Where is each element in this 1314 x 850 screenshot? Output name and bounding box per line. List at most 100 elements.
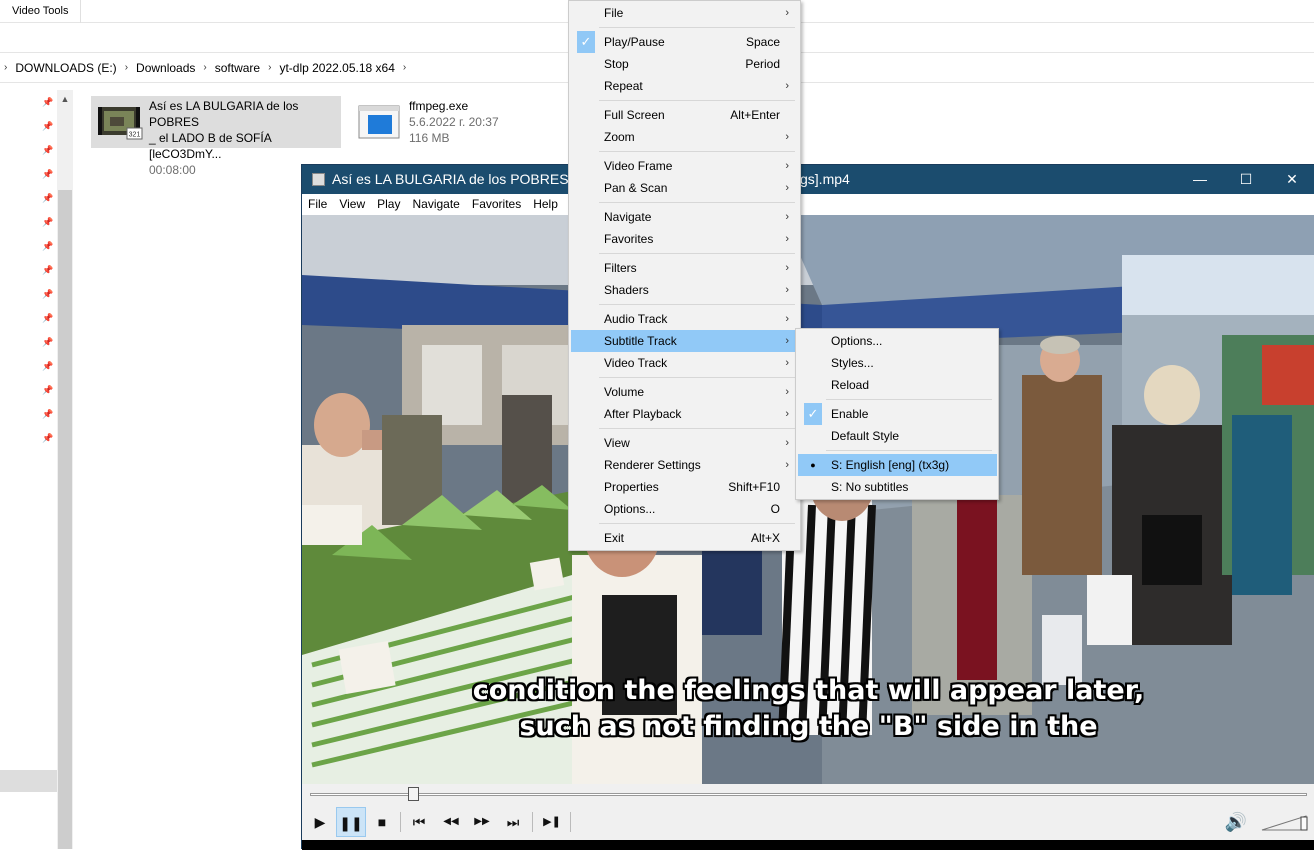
- nav-selected-item[interactable]: [0, 770, 57, 792]
- pin-icon[interactable]: 📌: [42, 120, 53, 132]
- close-button[interactable]: ✕: [1269, 165, 1314, 194]
- breadcrumb-yt-dlp[interactable]: yt-dlp 2022.05.18 x64: [275, 61, 398, 75]
- menu-item-shortcut: Alt+X: [750, 531, 780, 545]
- volume-slider[interactable]: [1260, 814, 1308, 832]
- file-item-ffmpeg[interactable]: ffmpeg.exe 5.6.2022 г. 20:37 116 MB: [351, 96, 531, 148]
- chevron-right-icon: ›: [785, 211, 789, 223]
- menu-item-after-playback[interactable]: After Playback ›: [571, 403, 799, 425]
- scrollbar-thumb[interactable]: [58, 190, 72, 849]
- menu-item-renderer-settings[interactable]: Renderer Settings ›: [571, 454, 799, 476]
- pin-icon[interactable]: 📌: [42, 240, 53, 252]
- seek-bar[interactable]: [302, 784, 1314, 806]
- submenu-item-styles[interactable]: Styles...: [798, 352, 997, 374]
- menu-item-video-frame[interactable]: Video Frame ›: [571, 155, 799, 177]
- fast-forward-button[interactable]: ▶▶: [467, 807, 497, 837]
- menu-item-label: Audio Track: [604, 312, 668, 326]
- pin-icon[interactable]: 📌: [42, 216, 53, 228]
- menu-item-label: Volume: [604, 385, 645, 399]
- menu-separator: [599, 100, 795, 101]
- ribbon-tab-video-tools[interactable]: Video Tools: [0, 0, 82, 23]
- menu-item-exit[interactable]: Exit Alt+X: [571, 527, 799, 549]
- pin-icon[interactable]: 📌: [42, 168, 53, 180]
- maximize-button[interactable]: ☐: [1223, 165, 1269, 194]
- menu-item-shortcut: Space: [745, 35, 780, 49]
- menu-item-volume[interactable]: Volume ›: [571, 381, 799, 403]
- player-title-text-suffix: gs].mp4: [800, 171, 850, 187]
- menu-item-play-pause[interactable]: ✓ Play/Pause Space: [571, 31, 799, 53]
- chevron-right-icon: ›: [785, 335, 789, 347]
- speaker-icon[interactable]: 🔊: [1223, 809, 1249, 835]
- menu-item-label: Properties: [604, 480, 659, 494]
- previous-button[interactable]: ⏮: [404, 807, 434, 837]
- seek-track[interactable]: [310, 793, 1307, 796]
- menu-item-navigate[interactable]: Navigate ›: [571, 206, 799, 228]
- pin-icon[interactable]: 📌: [42, 144, 53, 156]
- menu-item-video-track[interactable]: Video Track ›: [571, 352, 799, 374]
- menu-item-stop[interactable]: Stop Period: [571, 53, 799, 75]
- menu-item-label: Favorites: [604, 232, 654, 246]
- chevron-right-icon: ›: [785, 408, 789, 420]
- menu-item-file[interactable]: File ›: [571, 2, 799, 24]
- breadcrumb-software[interactable]: software: [211, 61, 264, 75]
- minimize-button[interactable]: —: [1177, 165, 1223, 194]
- pin-icon[interactable]: 📌: [42, 192, 53, 204]
- chevron-right-icon[interactable]: ›: [399, 62, 410, 73]
- rewind-button[interactable]: ◀◀: [436, 807, 466, 837]
- pause-button[interactable]: ❚❚: [336, 807, 366, 837]
- menu-item-pan-scan[interactable]: Pan & Scan ›: [571, 177, 799, 199]
- play-button[interactable]: ▶: [305, 807, 335, 837]
- chevron-right-icon[interactable]: ›: [264, 62, 275, 73]
- menu-item-audio-track[interactable]: Audio Track ›: [571, 308, 799, 330]
- menu-item-filters[interactable]: Filters ›: [571, 257, 799, 279]
- menu-item-subtitle-track[interactable]: Subtitle Track ›: [571, 330, 799, 352]
- menu-item-repeat[interactable]: Repeat ›: [571, 75, 799, 97]
- pin-icon[interactable]: 📌: [42, 288, 53, 300]
- pin-icon[interactable]: 📌: [42, 408, 53, 420]
- menu-item-shaders[interactable]: Shaders ›: [571, 279, 799, 301]
- pin-icon[interactable]: 📌: [42, 336, 53, 348]
- breadcrumb-downloads[interactable]: Downloads: [132, 61, 199, 75]
- menu-item-options[interactable]: Options... O: [571, 498, 799, 520]
- scroll-up-arrow-icon[interactable]: ▲: [57, 92, 73, 106]
- menubar-view[interactable]: View: [333, 194, 371, 215]
- menu-item-zoom[interactable]: Zoom ›: [571, 126, 799, 148]
- submenu-item-s-english-eng-tx3g[interactable]: ● S: English [eng] (tx3g): [798, 454, 997, 476]
- menu-separator: [599, 151, 795, 152]
- pin-icon[interactable]: 📌: [42, 360, 53, 372]
- seek-thumb[interactable]: [408, 787, 419, 801]
- chevron-right-icon[interactable]: ›: [121, 62, 132, 73]
- frame-step-button[interactable]: ▶❚: [537, 807, 567, 837]
- pin-icon[interactable]: 📌: [42, 432, 53, 444]
- menu-separator: [599, 253, 795, 254]
- context-menu: File › ✓ Play/Pause Space Stop Period Repeat › Fu…: [568, 0, 801, 551]
- submenu-item-reload[interactable]: Reload: [798, 374, 997, 396]
- menu-item-shortcut: O: [770, 502, 780, 516]
- file-date: 5.6.2022 г. 20:37: [409, 115, 499, 129]
- file-item-video[interactable]: 321 Así es LA BULGARIA de los POBRES _ e…: [91, 96, 341, 177]
- menubar-file[interactable]: File: [302, 194, 333, 215]
- menu-item-favorites[interactable]: Favorites ›: [571, 228, 799, 250]
- volume-thumb[interactable]: [1300, 816, 1308, 831]
- chevron-right-icon[interactable]: ›: [199, 62, 210, 73]
- pin-icon[interactable]: 📌: [42, 264, 53, 276]
- player-title-bar[interactable]: Así es LA BULGARIA de los POBRES gs].mp4…: [302, 165, 1314, 194]
- menu-item-full-screen[interactable]: Full Screen Alt+Enter: [571, 104, 799, 126]
- pin-icon[interactable]: 📌: [42, 96, 53, 108]
- menubar-help[interactable]: Help: [527, 194, 564, 215]
- menu-item-properties[interactable]: Properties Shift+F10: [571, 476, 799, 498]
- breadcrumb-drive[interactable]: DOWNLOADS (E:): [11, 61, 120, 75]
- pin-icon[interactable]: 📌: [42, 384, 53, 396]
- submenu-item-default-style[interactable]: Default Style: [798, 425, 997, 447]
- submenu-item-s-no-subtitles[interactable]: S: No subtitles: [798, 476, 997, 498]
- menubar-navigate[interactable]: Navigate: [406, 194, 465, 215]
- stop-button[interactable]: ■: [367, 807, 397, 837]
- submenu-item-options[interactable]: Options...: [798, 330, 997, 352]
- menu-item-view[interactable]: View ›: [571, 432, 799, 454]
- menu-item-label: Zoom: [604, 130, 635, 144]
- menubar-play[interactable]: Play: [371, 194, 406, 215]
- menubar-favorites[interactable]: Favorites: [466, 194, 527, 215]
- pin-icon[interactable]: 📌: [42, 312, 53, 324]
- navigation-scrollbar[interactable]: ▲: [57, 90, 73, 849]
- submenu-item-enable[interactable]: ✓ Enable: [798, 403, 997, 425]
- next-button[interactable]: ⏭: [498, 807, 528, 837]
